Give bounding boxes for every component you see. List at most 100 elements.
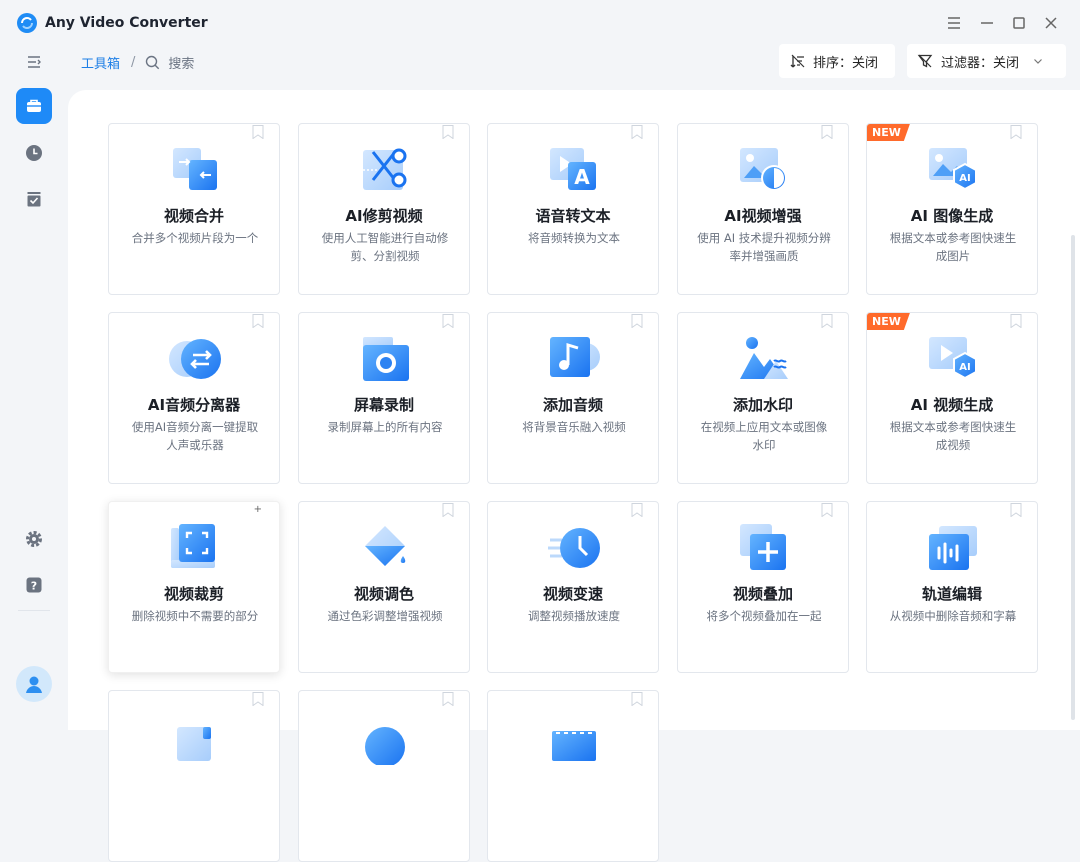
- tool-title: 轨道编辑: [921, 585, 982, 603]
- bookmark-icon[interactable]: [1010, 314, 1022, 328]
- bookmark-icon[interactable]: [1010, 503, 1022, 517]
- tool-card-add-audio[interactable]: 添加音频 将背景音乐融入视频: [487, 312, 659, 484]
- hamburger-icon: [948, 17, 960, 29]
- clock-icon: [26, 145, 42, 161]
- bookmark-icon[interactable]: [252, 125, 264, 139]
- partial-icon-3: [552, 731, 596, 761]
- sidebar-collapse-button[interactable]: [16, 44, 52, 80]
- sidebar-item-toolbox[interactable]: [16, 88, 52, 124]
- tool-card-video-merge[interactable]: 视频合并 合并多个视频片段为一个: [108, 123, 280, 295]
- enhance-icon: [740, 148, 787, 191]
- tool-card-ai-audio-separator[interactable]: AI音频分离器 使用AI音频分离一键提取人声或乐器: [108, 312, 280, 484]
- add-to-favorites-icon[interactable]: +: [254, 504, 262, 515]
- sidebar-item-history[interactable]: [16, 135, 52, 171]
- tool-card-ai-enhance[interactable]: AI视频增强 使用 AI 技术提升视频分辨率并增强画质: [677, 123, 849, 295]
- tool-description: 删除视频中不需要的部分: [131, 609, 259, 623]
- sidebar-item-help[interactable]: ?: [16, 567, 52, 603]
- tool-card-screen-record[interactable]: 屏幕录制 录制屏幕上的所有内容: [298, 312, 470, 484]
- toolbox-icon: [27, 99, 41, 112]
- title-bar: Any Video Converter: [0, 0, 1080, 44]
- audio-separator-icon: [169, 339, 221, 379]
- scrollbar[interactable]: [1071, 235, 1075, 720]
- maximize-button[interactable]: [1008, 12, 1030, 34]
- partial-icon-1: [177, 727, 211, 761]
- tool-card-ai-video-gen[interactable]: NEW AI AI 视频生成 根据文本或参考图快速生成视频: [866, 312, 1038, 484]
- tool-description: 根据文本或参考图快速生成视频: [889, 420, 1017, 452]
- tool-card-partial-2[interactable]: [298, 690, 470, 862]
- paint-bucket-icon: [365, 526, 406, 566]
- search-icon: [146, 55, 160, 69]
- tool-description: 通过色彩调整增强视频: [327, 609, 443, 623]
- bookmark-icon[interactable]: [442, 503, 454, 517]
- tool-title: AI 图像生成: [910, 207, 994, 225]
- tool-description: 根据文本或参考图快速生成图片: [889, 231, 1017, 263]
- tool-description: 将多个视频叠加在一起: [706, 609, 822, 623]
- scissors-icon: [363, 148, 407, 190]
- tool-card-add-watermark[interactable]: 添加水印 在视频上应用文本或图像水印: [677, 312, 849, 484]
- new-badge: NEW: [867, 313, 910, 330]
- crop-icon: [171, 524, 215, 568]
- close-icon: [1045, 17, 1057, 29]
- bookmark-icon[interactable]: [631, 692, 643, 706]
- bookmark-icon[interactable]: [442, 314, 454, 328]
- bookmark-icon[interactable]: [442, 125, 454, 139]
- tool-title: 视频叠加: [732, 585, 793, 603]
- gear-icon: [26, 531, 42, 547]
- tool-card-track-edit[interactable]: 轨道编辑 从视频中删除音频和字幕: [866, 501, 1038, 673]
- new-badge: NEW: [867, 124, 910, 141]
- filter-dropdown[interactable]: 过滤器：关闭: [907, 44, 1066, 78]
- user-avatar-icon: [26, 676, 42, 693]
- tool-title: 添加音频: [542, 396, 603, 414]
- tool-card-overlay[interactable]: 视频叠加 将多个视频叠加在一起: [677, 501, 849, 673]
- search-button[interactable]: 搜索: [145, 53, 194, 72]
- bookmark-icon[interactable]: [442, 692, 454, 706]
- bookmark-icon[interactable]: [252, 314, 264, 328]
- bookmark-icon[interactable]: [252, 692, 264, 706]
- minimize-button[interactable]: [976, 12, 998, 34]
- tool-card-partial-1[interactable]: [108, 690, 280, 862]
- tool-description: 录制屏幕上的所有内容: [327, 420, 443, 434]
- tool-description: 将音频转换为文本: [528, 231, 620, 245]
- menu-button[interactable]: [943, 12, 965, 34]
- tool-title: 视频合并: [163, 207, 224, 225]
- overlay-icon: [740, 524, 786, 570]
- speech-to-text-icon: A: [550, 148, 596, 190]
- tool-description: 使用人工智能进行自动修剪、分割视频: [321, 231, 449, 263]
- tool-card-ai-image-gen[interactable]: NEW AI AI 图像生成 根据文本或参考图快速生成图片: [866, 123, 1038, 295]
- filter-label: 过滤器：关闭: [941, 55, 1020, 71]
- bookmark-icon[interactable]: [821, 503, 833, 517]
- tool-card-color-grade[interactable]: 视频调色 通过色彩调整增强视频: [298, 501, 470, 673]
- tool-description: 从视频中删除音频和字幕: [889, 609, 1017, 623]
- tool-card-speed[interactable]: 视频变速 调整视频播放速度: [487, 501, 659, 673]
- tool-description: 将背景音乐融入视频: [522, 420, 626, 434]
- tool-description: 使用AI音频分离一键提取人声或乐器: [131, 420, 259, 452]
- search-label: 搜索: [168, 56, 195, 72]
- tool-card-speech-to-text[interactable]: A 语音转文本 将音频转换为文本: [487, 123, 659, 295]
- bookmark-icon[interactable]: [821, 314, 833, 328]
- avatar[interactable]: [16, 666, 52, 702]
- bookmark-icon[interactable]: [821, 125, 833, 139]
- sort-button[interactable]: 排序：关闭: [779, 44, 895, 78]
- close-button[interactable]: [1040, 12, 1062, 34]
- bookmark-icon[interactable]: [1010, 125, 1022, 139]
- tool-title: 屏幕录制: [353, 396, 414, 414]
- breadcrumb-toolbox-link[interactable]: 工具箱: [81, 53, 120, 72]
- tool-card-ai-trim[interactable]: AI修剪视频 使用人工智能进行自动修剪、分割视频: [298, 123, 470, 295]
- tool-title: 添加水印: [732, 396, 793, 414]
- speed-clock-icon: [548, 528, 600, 568]
- minimize-icon: [981, 22, 993, 24]
- tool-title: AI视频增强: [724, 207, 802, 225]
- bookmark-icon[interactable]: [631, 503, 643, 517]
- app-title: Any Video Converter: [45, 15, 208, 31]
- sidebar-item-settings[interactable]: [16, 521, 52, 557]
- tool-card-video-crop[interactable]: + 视频裁剪 删除视频中不需要的部分: [108, 501, 280, 673]
- sidebar-item-tasks[interactable]: [16, 181, 52, 217]
- tool-title: 视频变速: [542, 585, 603, 603]
- bookmark-icon[interactable]: [631, 125, 643, 139]
- bookmark-icon[interactable]: [631, 314, 643, 328]
- tool-description: 在视频上应用文本或图像水印: [700, 420, 828, 452]
- breadcrumb-separator: /: [131, 54, 136, 70]
- ai-video-icon: AI: [929, 337, 977, 380]
- tool-title: AI 视频生成: [910, 396, 994, 414]
- tool-card-partial-3[interactable]: [487, 690, 659, 862]
